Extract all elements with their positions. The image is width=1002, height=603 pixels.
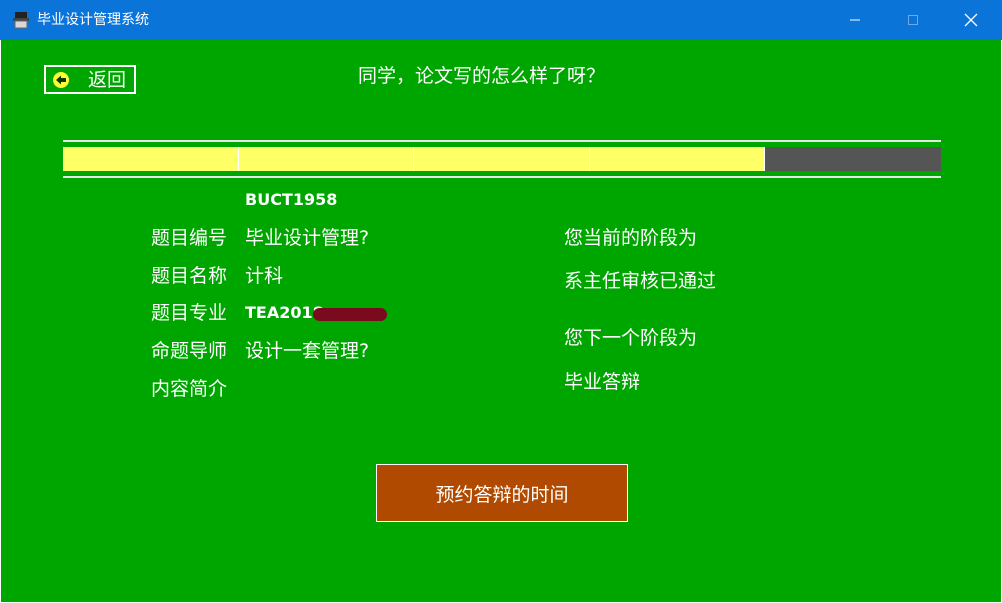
- topic-field-value: TEA2018: [245, 303, 324, 322]
- topic-field-label: 题目名称: [151, 265, 228, 287]
- greeting-text: 同学，论文写的怎么样了呀？: [358, 65, 606, 87]
- close-button[interactable]: [942, 0, 1000, 40]
- topic-field-label: 命题导师: [151, 340, 228, 362]
- stage-progress-bar: [63, 140, 941, 178]
- topic-field-label: 内容简介: [151, 378, 228, 400]
- topic-field-label: 题目专业: [151, 302, 228, 324]
- next-stage-value: 毕业答辩: [564, 371, 641, 393]
- title-bar: 毕业设计管理系统: [0, 0, 1002, 40]
- topic-field-label: 题目编号: [151, 227, 228, 249]
- minimize-button[interactable]: [826, 0, 884, 40]
- redaction-mark: [313, 308, 387, 321]
- progress-track: [63, 147, 941, 171]
- reserve-defense-label: 预约答辩的时间: [435, 483, 569, 506]
- back-label: 返回: [88, 69, 127, 91]
- progress-segment-completed: [414, 147, 590, 171]
- maximize-icon: [908, 15, 918, 25]
- current-stage-value: 系主任审核已通过: [564, 270, 717, 292]
- progress-segment-completed: [589, 147, 766, 171]
- progress-segment-completed: [238, 147, 415, 171]
- close-icon: [964, 13, 978, 27]
- main-panel: 返回 同学，论文写的怎么样了呀？ BUCT1958 题目编号 毕业设计管理? 题…: [1, 40, 1001, 602]
- graduation-app-icon: [12, 11, 30, 29]
- back-button[interactable]: 返回: [44, 65, 136, 94]
- topic-id-value: BUCT1958: [245, 190, 338, 209]
- window-title: 毕业设计管理系统: [37, 12, 149, 28]
- maximize-button[interactable]: [884, 0, 942, 40]
- next-stage-label: 您下一个阶段为: [564, 327, 698, 349]
- current-stage-label: 您当前的阶段为: [564, 227, 698, 249]
- progress-segment-completed: [63, 147, 239, 171]
- topic-field-value: 设计一套管理?: [245, 340, 370, 362]
- reserve-defense-button[interactable]: 预约答辩的时间: [376, 464, 628, 522]
- minimize-icon: [850, 19, 860, 21]
- topic-field-value: 毕业设计管理?: [245, 227, 370, 249]
- topic-field-value: 计科: [245, 265, 284, 287]
- back-arrow-icon: [52, 71, 70, 89]
